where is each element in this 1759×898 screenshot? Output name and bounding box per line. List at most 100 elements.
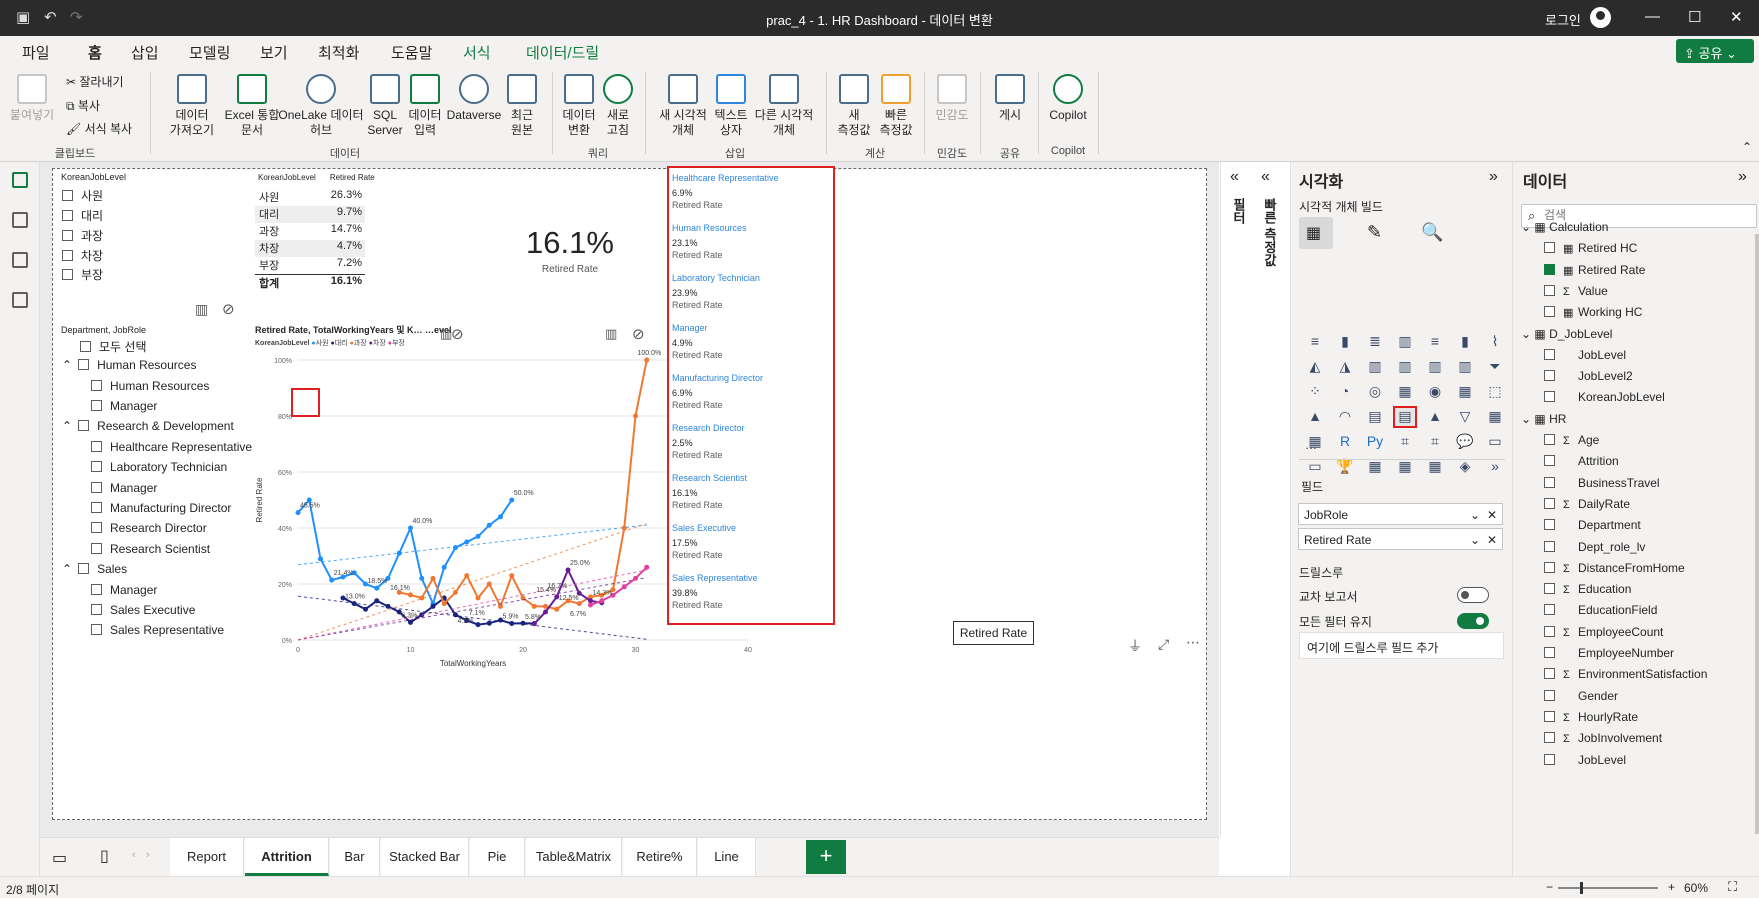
dataverse-button[interactable]: Dataverse [444, 74, 504, 123]
field-checkbox[interactable] [1544, 263, 1555, 275]
page-tab[interactable]: Pie [470, 838, 525, 876]
keep-filters-toggle[interactable] [1457, 613, 1489, 629]
filter-icon[interactable]: ⏚ [1128, 636, 1142, 656]
next-page-icon[interactable]: › [146, 849, 150, 861]
collapse-pane-icon[interactable]: » [1738, 168, 1747, 186]
filters-label[interactable]: 필터 [1229, 198, 1248, 224]
table-node[interactable]: ⌄ ▦ HR [1521, 412, 1566, 426]
field-checkbox[interactable] [1544, 476, 1555, 488]
slicer-option[interactable]: Research Director [91, 521, 207, 535]
key-influencers-visual-icon[interactable]: ⌗ [1395, 433, 1415, 451]
login-link[interactable]: 로그인 [1545, 10, 1581, 29]
field-checkbox[interactable] [1544, 689, 1555, 701]
share-button[interactable]: ⇪ 공유 ⌄ [1676, 39, 1754, 63]
field-checkbox[interactable] [1544, 732, 1555, 744]
azure-map-visual-icon[interactable]: ▲ [1305, 408, 1325, 426]
narrative-visual-icon[interactable]: ▭ [1485, 433, 1505, 451]
remove-field-icon[interactable]: ✕ [1487, 533, 1497, 547]
analytics-icon[interactable]: 🔍 [1421, 222, 1443, 243]
cross-report-toggle[interactable] [1457, 587, 1489, 603]
tab-view[interactable]: 보기 [260, 42, 288, 63]
checkbox[interactable] [91, 380, 102, 391]
pie-visual-icon[interactable]: ◔ [1335, 383, 1355, 401]
field-checkbox[interactable] [1544, 306, 1555, 318]
cut-button[interactable]: ✂ 잘라내기 [66, 73, 124, 90]
zoom-level[interactable]: 60% [1684, 881, 1708, 895]
field-item[interactable]: Σ EnvironmentSatisfaction [1563, 667, 1707, 681]
line-clustered-visual-icon[interactable]: ▥ [1395, 358, 1415, 376]
field-checkbox[interactable] [1544, 668, 1555, 680]
checkbox[interactable] [78, 563, 90, 574]
copy-button[interactable]: ⧉ 복사 [66, 97, 100, 114]
field-item[interactable]: Σ JobInvolvement [1563, 731, 1662, 745]
table-node[interactable]: ⌄ ▦ Calculation [1521, 220, 1608, 234]
field-checkbox[interactable] [1544, 710, 1555, 722]
tab-data-drill[interactable]: 데이터/드릴 [526, 42, 599, 63]
field-item[interactable]: Dept_role_lv [1563, 540, 1645, 554]
slicer-option[interactable]: 차장 [62, 247, 103, 264]
desktop-layout-icon[interactable]: ▭ [52, 848, 67, 868]
arcgis-visual-icon[interactable]: ◈ [1455, 458, 1475, 476]
checkbox[interactable] [91, 604, 102, 615]
fit-page-icon[interactable]: ⛶ [1728, 879, 1737, 895]
tab-optimize[interactable]: 최적화 [318, 42, 359, 63]
expand-filters-icon[interactable]: « [1230, 168, 1239, 186]
checkbox[interactable] [91, 522, 102, 533]
slicer-option[interactable]: Manager [91, 583, 157, 597]
checkbox[interactable] [91, 624, 102, 635]
checkbox[interactable] [78, 359, 90, 370]
field-checkbox[interactable] [1544, 370, 1555, 382]
block-icon[interactable]: ⊘ [222, 300, 235, 318]
remove-field-icon[interactable]: ✕ [1487, 508, 1497, 522]
field-checkbox[interactable] [1544, 434, 1555, 445]
slicer-option[interactable]: Sales Representative [91, 623, 224, 637]
collapse-icon[interactable]: ⌃ [62, 358, 72, 372]
more-visual-icon[interactable]: » [1485, 458, 1505, 476]
checkbox[interactable] [62, 230, 73, 241]
100-bar-visual-icon[interactable]: ≡ [1425, 333, 1445, 351]
field-item[interactable]: JobLevel2 [1563, 369, 1633, 383]
power-automate-visual-icon[interactable]: ▦ [1395, 458, 1415, 476]
prev-page-icon[interactable]: ‹ [132, 849, 136, 861]
field-item[interactable]: Σ Value [1563, 284, 1608, 298]
checkbox[interactable] [62, 210, 73, 221]
new-measure-button[interactable]: 새 측정값 [832, 74, 876, 138]
filled-map-visual-icon[interactable]: ▦ [1455, 383, 1475, 401]
page-tab[interactable]: Line [698, 838, 756, 876]
field-item[interactable]: Σ HourlyRate [1563, 710, 1638, 724]
transform-data-button[interactable]: 데이터 변환 [558, 74, 600, 138]
sql-server-button[interactable]: SQL Server [365, 74, 405, 138]
get-data-button[interactable]: 데이터 가져오기 [160, 74, 224, 138]
chevron-down-icon[interactable]: ⌄ [1470, 533, 1480, 547]
waterfall-visual-icon[interactable]: ▥ [1455, 358, 1475, 376]
donut-visual-icon[interactable]: ◎ [1365, 383, 1385, 401]
checkbox[interactable] [91, 461, 102, 472]
recent-sources-button[interactable]: 최근 원본 [500, 74, 544, 138]
checkbox[interactable] [91, 482, 102, 493]
field-item[interactable]: JobLevel [1563, 753, 1626, 767]
ribbon-visual-icon[interactable]: ▥ [1425, 358, 1445, 376]
close-icon[interactable]: ✕ [1730, 8, 1743, 26]
field-well-jobrole[interactable]: JobRole ⌄ ✕ [1298, 503, 1503, 525]
maximize-icon[interactable]: ☐ [1688, 8, 1701, 26]
tab-file[interactable]: 파일 [22, 42, 50, 63]
more-options-icon[interactable]: ⋯ [1186, 634, 1200, 651]
field-item[interactable]: Σ DistanceFromHome [1563, 561, 1685, 575]
stacked-area-visual-icon[interactable]: ◮ [1335, 358, 1355, 376]
page-tab[interactable]: Bar [330, 838, 380, 876]
more-visuals-button[interactable]: 다른 시각적 개체 [748, 74, 820, 138]
map-visual-icon[interactable]: ◉ [1425, 383, 1445, 401]
add-page-button[interactable]: + [806, 840, 846, 874]
kpi-visual-icon[interactable]: ▲ [1425, 408, 1445, 426]
slicer-option[interactable]: Human Resources [91, 379, 209, 393]
tab-insert[interactable]: 삽입 [131, 42, 159, 63]
r-visual-visual-icon[interactable]: R [1335, 433, 1355, 451]
clustered-bar-visual-icon[interactable]: ≣ [1365, 333, 1385, 351]
checkbox[interactable] [78, 420, 90, 431]
checkbox[interactable] [80, 341, 91, 352]
dax-query-icon[interactable] [12, 292, 28, 308]
enter-data-button[interactable]: 데이터 입력 [402, 74, 448, 138]
qa-visual-icon[interactable]: 💬 [1455, 433, 1475, 451]
quick-measure-label[interactable]: 빠른 측정값 [1260, 198, 1279, 267]
field-item[interactable]: JobLevel [1563, 348, 1626, 362]
